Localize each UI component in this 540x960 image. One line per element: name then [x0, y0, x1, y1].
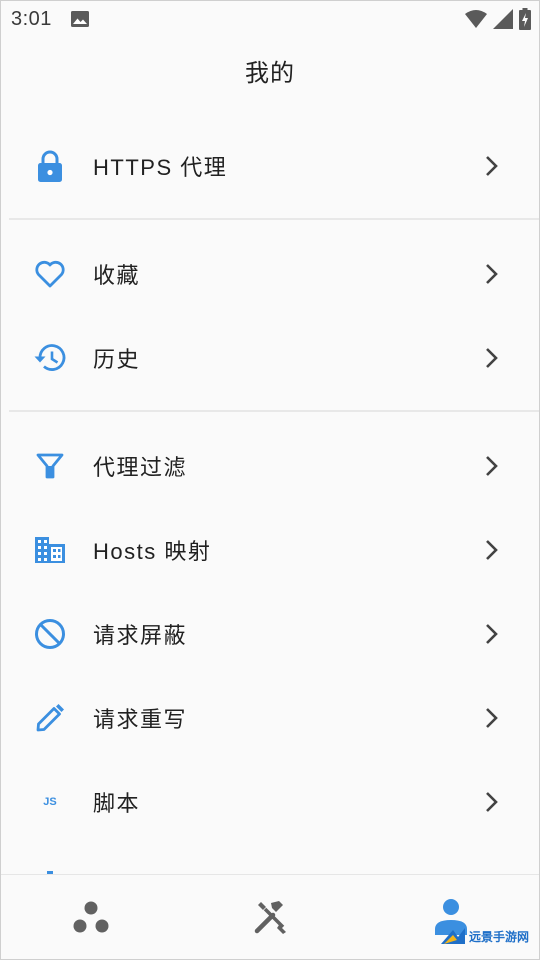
- menu-item-https-proxy[interactable]: HTTPS 代理: [1, 124, 539, 208]
- menu-item-label: HTTPS 代理: [93, 155, 228, 180]
- block-icon: [33, 617, 67, 651]
- watermark-logo-icon: [440, 928, 465, 944]
- chevron-right-icon: [486, 540, 498, 560]
- menu-item-settings[interactable]: 设置: [1, 844, 539, 875]
- menu-item-label: 脚本: [93, 791, 141, 816]
- js-icon: JS: [33, 785, 67, 819]
- lock-icon: [33, 149, 67, 183]
- chevron-right-icon: [486, 708, 498, 728]
- status-bar: 3:01: [1, 1, 539, 37]
- section-divider: [9, 218, 539, 220]
- pencil-icon: [33, 701, 67, 735]
- app-screen: 3:01 我的 HTTPS 代理 收藏 历史 代理过滤 Hosts 映射 请求屏…: [0, 0, 540, 960]
- menu-item-label: Hosts 映射: [93, 539, 212, 564]
- js-icon-text: JS: [43, 796, 57, 808]
- status-time: 3:01: [11, 8, 52, 30]
- menu-item-request-block[interactable]: 请求屏蔽: [1, 592, 539, 676]
- menu-item-hosts-mapping[interactable]: Hosts 映射: [1, 508, 539, 592]
- filter-icon: [33, 449, 67, 483]
- menu-item-label: 收藏: [93, 263, 141, 288]
- menu-item-proxy-filter[interactable]: 代理过滤: [1, 424, 539, 508]
- watermark-text: 远景手游网: [468, 929, 529, 944]
- bottom-nav: 远景手游网: [1, 874, 539, 959]
- menu-item-label: 请求屏蔽: [93, 623, 188, 648]
- menu-item-history[interactable]: 历史: [1, 316, 539, 400]
- status-right-icons: [465, 8, 531, 30]
- chevron-right-icon: [486, 264, 498, 284]
- image-icon: [71, 11, 89, 27]
- menu-list[interactable]: HTTPS 代理 收藏 历史 代理过滤 Hosts 映射 请求屏蔽 请求重写 J…: [1, 103, 539, 875]
- chevron-right-icon: [486, 624, 498, 644]
- nav-tab-home[interactable]: [1, 875, 181, 959]
- app-header: 我的: [1, 37, 539, 103]
- chevron-right-icon: [486, 456, 498, 476]
- chevron-right-icon: [486, 156, 498, 176]
- menu-item-label: 历史: [93, 347, 141, 372]
- menu-item-label: 代理过滤: [93, 455, 188, 480]
- nav-tab-tools[interactable]: [181, 875, 361, 959]
- three-dots-icon: [73, 901, 109, 933]
- page-title: 我的: [245, 59, 295, 87]
- tools-icon: [254, 901, 286, 934]
- chevron-right-icon: [486, 792, 498, 812]
- section-divider: [9, 410, 539, 412]
- signal-icon: [493, 9, 513, 29]
- menu-item-request-rewrite[interactable]: 请求重写: [1, 676, 539, 760]
- menu-item-label: 请求重写: [93, 707, 188, 732]
- heart-outline-icon: [33, 257, 67, 291]
- nav-tab-me[interactable]: [361, 875, 539, 959]
- menu-item-favorites[interactable]: 收藏: [1, 232, 539, 316]
- domain-icon: [33, 533, 67, 567]
- wifi-icon: [465, 10, 487, 28]
- watermark: 远景手游网: [440, 927, 529, 945]
- history-icon: [33, 341, 67, 375]
- battery-charging-icon: [519, 8, 531, 30]
- menu-item-script[interactable]: JS 脚本: [1, 760, 539, 844]
- chevron-right-icon: [486, 348, 498, 368]
